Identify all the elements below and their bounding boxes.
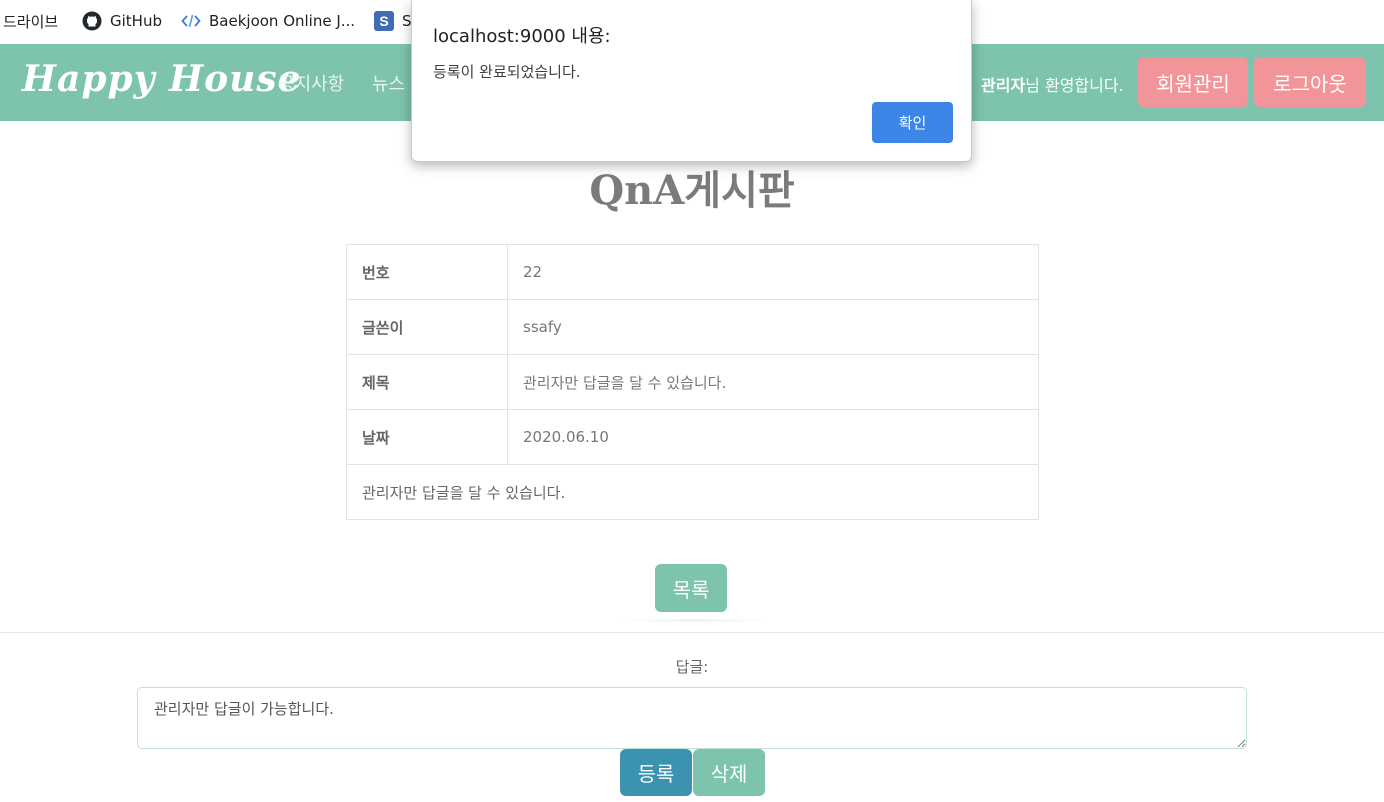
welcome-text: 관리자님 환영합니다. xyxy=(981,72,1124,96)
divider xyxy=(0,632,1384,633)
nav-link-news[interactable]: 뉴스 xyxy=(372,70,405,96)
nav-link-notice[interactable]: 공지사항 xyxy=(278,70,344,96)
page-title: QnA게시판 xyxy=(589,167,795,214)
table-row: 번호 22 xyxy=(346,244,1039,300)
field-label: 날짜 xyxy=(346,409,508,465)
bookmark-label: GitHub xyxy=(110,12,162,30)
field-value: 2020.06.10 xyxy=(507,409,1039,465)
table-row: 글쓴이 ssafy xyxy=(346,299,1039,355)
field-value: 22 xyxy=(507,244,1039,300)
register-button[interactable]: 등록 xyxy=(620,749,692,796)
welcome-user: 관리자 xyxy=(981,76,1026,95)
delete-button[interactable]: 삭제 xyxy=(693,749,765,796)
dialog-message: 등록이 완료되었습니다. xyxy=(433,63,581,81)
bookmark-drive[interactable]: 드라이브 xyxy=(3,11,58,32)
bookmark-baekjoon[interactable]: Baekjoon Online J... xyxy=(181,11,355,31)
dialog-ok-button[interactable]: 확인 xyxy=(872,102,953,143)
bookmark-label: 드라이브 xyxy=(3,13,59,31)
alert-dialog: localhost:9000 내용: 등록이 완료되었습니다. 확인 xyxy=(411,0,972,162)
list-button[interactable]: 목록 xyxy=(655,564,727,612)
svg-text:S: S xyxy=(379,13,388,29)
reply-label: 답글: xyxy=(675,658,709,676)
welcome-suffix: 님 환영합니다. xyxy=(1025,76,1124,95)
table-row: 날짜 2020.06.10 xyxy=(346,409,1039,465)
table-row: 제목 관리자만 답글을 달 수 있습니다. xyxy=(346,354,1039,410)
post-detail-table: 번호 22 글쓴이 ssafy 제목 관리자만 답글을 달 수 있습니다. 날짜… xyxy=(346,244,1039,520)
post-content: 관리자만 답글을 달 수 있습니다. xyxy=(346,464,1039,520)
brand-logo[interactable]: Happy House xyxy=(22,58,302,100)
field-value: 관리자만 답글을 달 수 있습니다. xyxy=(507,354,1039,410)
s-logo-icon: S xyxy=(374,11,394,31)
field-value: ssafy xyxy=(507,299,1039,355)
reply-textarea[interactable]: 관리자만 답글이 가능합니다. xyxy=(137,687,1247,749)
members-button[interactable]: 회원관리 xyxy=(1138,57,1248,107)
field-label: 글쓴이 xyxy=(346,299,508,355)
divider-shadow xyxy=(620,619,770,622)
field-label: 제목 xyxy=(346,354,508,410)
code-icon xyxy=(181,14,201,28)
dialog-title: localhost:9000 내용: xyxy=(433,26,611,47)
github-icon xyxy=(82,11,102,31)
table-row: 관리자만 답글을 달 수 있습니다. xyxy=(346,464,1039,520)
bookmark-label: Baekjoon Online J... xyxy=(209,12,356,30)
logout-button[interactable]: 로그아웃 xyxy=(1254,57,1366,107)
bookmark-s[interactable]: S S xyxy=(374,11,412,31)
bookmark-github[interactable]: GitHub xyxy=(82,11,162,31)
field-label: 번호 xyxy=(346,244,508,300)
